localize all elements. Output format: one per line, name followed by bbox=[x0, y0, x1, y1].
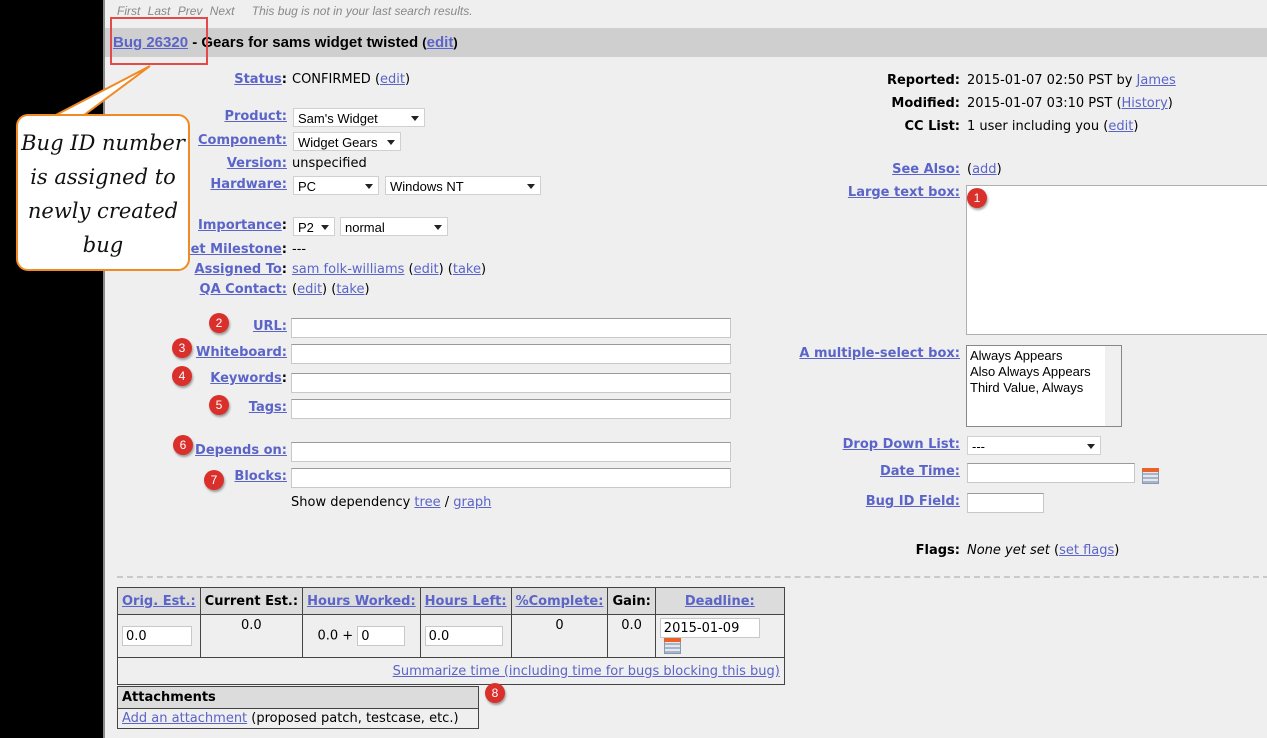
version-value: unspecified bbox=[292, 156, 367, 171]
drop-down-list-label: Drop Down List: bbox=[842, 437, 960, 452]
flags-label: Flags: bbox=[915, 543, 960, 558]
attachments-box: Attachments Add an attachment (proposed … bbox=[117, 686, 479, 729]
chevron-down-icon bbox=[527, 184, 535, 189]
see-also-label: See Also: bbox=[892, 162, 960, 177]
hours-worked-cell: 0.0 + 0 bbox=[302, 614, 421, 658]
modified-value: 2015-01-07 03:10 PST (History) bbox=[967, 96, 1173, 111]
annotation-callout: Bug ID number is assigned to newly creat… bbox=[16, 114, 190, 271]
annotation-badge-2: 2 bbox=[209, 313, 229, 333]
summarize-time-link[interactable]: Summarize time (including time for bugs … bbox=[393, 664, 780, 679]
current-est-value: 0.0 bbox=[199, 614, 304, 658]
dependency-tree-link[interactable]: tree bbox=[414, 495, 440, 510]
multi-select-label: A multiple-select box: bbox=[799, 346, 960, 361]
reporter-link[interactable]: James bbox=[1137, 73, 1176, 88]
large-text-box[interactable] bbox=[966, 185, 1267, 335]
product-select[interactable]: Sam's Widget bbox=[293, 108, 425, 127]
chevron-down-icon bbox=[387, 140, 395, 145]
section-divider bbox=[117, 576, 1267, 578]
milestone-value: --- bbox=[292, 242, 307, 257]
tags-input[interactable] bbox=[291, 399, 731, 419]
show-dependency: Show dependency tree / graph bbox=[291, 495, 492, 510]
hours-worked-input[interactable]: 0 bbox=[357, 626, 406, 646]
multi-select-option[interactable]: Always Appears bbox=[967, 348, 1121, 364]
cc-list-value: 1 user including you (edit) bbox=[967, 119, 1139, 134]
attachments-header: Attachments bbox=[118, 687, 478, 709]
annotation-badge-3: 3 bbox=[172, 338, 192, 358]
qa-contact-value: (edit) (take) bbox=[292, 282, 370, 297]
hours-left-header: Hours Left: bbox=[419, 587, 512, 615]
modified-label: Modified: bbox=[891, 96, 960, 111]
complete-value: 0 bbox=[510, 614, 609, 658]
gain-header: Gain: bbox=[607, 587, 656, 615]
status-edit-link[interactable]: edit bbox=[380, 72, 405, 87]
annotation-badge-7: 7 bbox=[204, 470, 224, 490]
keywords-input[interactable] bbox=[291, 373, 731, 393]
annotation-badge-6: 6 bbox=[173, 435, 193, 455]
add-attachment-link[interactable]: Add an attachment bbox=[122, 711, 247, 726]
chevron-down-icon bbox=[434, 225, 442, 230]
current-est-header: Current Est.: bbox=[199, 587, 304, 615]
edit-summary-link[interactable]: edit bbox=[427, 34, 454, 51]
chevron-down-icon bbox=[411, 116, 419, 121]
calendar-icon[interactable] bbox=[1142, 468, 1159, 484]
chevron-down-icon bbox=[321, 225, 329, 230]
see-also-add-link[interactable]: add bbox=[972, 162, 996, 177]
component-select[interactable]: Widget Gears bbox=[293, 132, 401, 151]
assignee-take-link[interactable]: take bbox=[453, 262, 481, 277]
orig-est-input[interactable]: 0.0 bbox=[122, 626, 192, 646]
chevron-down-icon bbox=[365, 184, 373, 189]
date-time-input[interactable] bbox=[967, 463, 1135, 483]
callout-pointer-shape bbox=[49, 65, 151, 119]
drop-down-list-select[interactable]: --- bbox=[967, 436, 1101, 455]
multi-select-option[interactable]: Third Value, Always bbox=[967, 380, 1121, 396]
complete-header: %Complete: bbox=[510, 587, 609, 615]
annotation-badge-1: 1 bbox=[967, 188, 987, 208]
platform-select[interactable]: PC bbox=[293, 176, 379, 195]
blocks-label: Blocks: bbox=[234, 469, 287, 484]
multi-select-option[interactable]: Also Always Appears bbox=[967, 364, 1121, 380]
blocks-input[interactable] bbox=[291, 468, 731, 488]
callout-text: Bug ID number is assigned to newly creat… bbox=[21, 131, 185, 257]
hours-left-input[interactable]: 0.0 bbox=[424, 626, 503, 646]
assigned-to-value: sam folk-williams (edit) (take) bbox=[292, 262, 487, 277]
date-time-label: Date Time: bbox=[879, 464, 960, 479]
deadline-input[interactable]: 2015-01-09 bbox=[659, 618, 760, 638]
orig-est-header: Orig. Est.: bbox=[117, 587, 201, 615]
priority-select[interactable]: P2 bbox=[293, 217, 335, 236]
history-link[interactable]: History bbox=[1122, 96, 1168, 111]
annotation-badge-5: 5 bbox=[209, 395, 229, 415]
cc-edit-link[interactable]: edit bbox=[1108, 119, 1133, 134]
qa-contact-label: QA Contact: bbox=[199, 282, 287, 297]
time-tracking-table: Orig. Est.: Current Est.: Hours Worked: … bbox=[117, 587, 785, 685]
dependency-graph-link[interactable]: graph bbox=[453, 495, 491, 510]
annotation-badge-8: 8 bbox=[485, 683, 505, 703]
qa-take-link[interactable]: take bbox=[336, 282, 364, 297]
see-also-value: (add) bbox=[967, 162, 1002, 177]
large-text-box-label: Large text box: bbox=[847, 185, 960, 200]
assignee-link[interactable]: sam folk-williams bbox=[292, 262, 404, 277]
url-input[interactable] bbox=[291, 318, 731, 338]
status-value: CONFIRMED (edit) bbox=[292, 72, 411, 87]
annotation-badge-4: 4 bbox=[172, 366, 192, 386]
depends-on-input[interactable] bbox=[291, 442, 731, 462]
chevron-down-icon bbox=[1087, 444, 1095, 449]
reported-label: Reported: bbox=[886, 73, 960, 88]
gain-value: 0.0 bbox=[607, 614, 656, 658]
flags-value: None yet set (set flags) bbox=[967, 543, 1120, 558]
reported-value: 2015-01-07 02:50 PST by James bbox=[967, 73, 1176, 88]
bug-id-field-label: Bug ID Field: bbox=[865, 494, 960, 509]
set-flags-link[interactable]: set flags bbox=[1059, 543, 1114, 558]
qa-edit-link[interactable]: edit bbox=[297, 282, 322, 297]
assignee-edit-link[interactable]: edit bbox=[414, 262, 439, 277]
hours-worked-header: Hours Worked: bbox=[302, 587, 421, 615]
whiteboard-input[interactable] bbox=[291, 344, 731, 364]
multi-select-box[interactable]: Always Appears Also Always Appears Third… bbox=[966, 345, 1122, 427]
os-select[interactable]: Windows NT bbox=[385, 176, 541, 195]
bug-id-field-input[interactable] bbox=[967, 493, 1044, 513]
severity-select[interactable]: normal bbox=[340, 217, 448, 236]
cc-list-label: CC List: bbox=[904, 119, 961, 134]
calendar-icon[interactable] bbox=[663, 638, 681, 654]
deadline-header: Deadline: bbox=[654, 587, 785, 615]
scrollbar[interactable] bbox=[1105, 346, 1121, 426]
